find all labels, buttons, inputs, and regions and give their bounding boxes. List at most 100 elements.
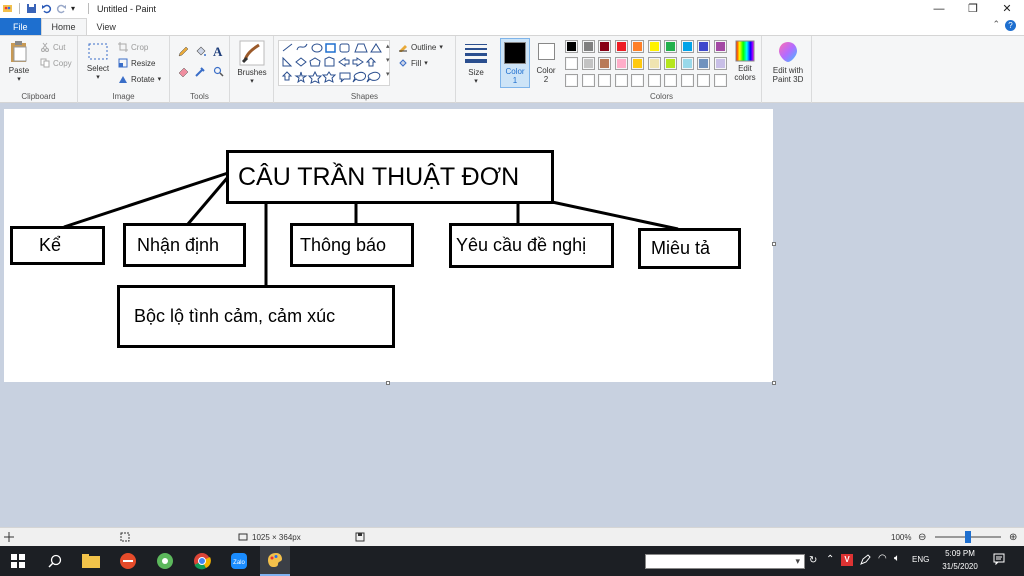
resize-button[interactable]: Resize xyxy=(118,58,155,68)
wifi-icon[interactable]: ◠ xyxy=(878,553,887,564)
help-icon[interactable]: ? xyxy=(1005,20,1016,31)
zalo-icon[interactable]: Zalo xyxy=(229,551,249,571)
redo-icon[interactable] xyxy=(56,3,67,14)
color-swatch[interactable] xyxy=(713,74,727,87)
resize-handle-corner[interactable] xyxy=(772,381,776,385)
undo-icon[interactable] xyxy=(41,3,52,14)
file-explorer-icon[interactable] xyxy=(81,551,101,571)
color-swatch[interactable] xyxy=(713,57,727,70)
color-swatch-fill xyxy=(616,76,626,85)
unikey-icon[interactable]: V xyxy=(841,554,853,566)
color-swatch[interactable] xyxy=(614,57,628,70)
shapes-gallery[interactable] xyxy=(278,40,390,86)
color-swatch[interactable] xyxy=(664,40,677,53)
language-indicator[interactable]: ENG xyxy=(912,555,929,564)
fill-icon xyxy=(398,58,408,68)
clock-time[interactable]: 5:09 PM xyxy=(940,549,980,558)
drawing-canvas[interactable]: CÂU TRẦN THUẬT ĐƠN Kể Nhận định Thông bá… xyxy=(4,109,773,382)
chrome-icon[interactable] xyxy=(192,551,212,571)
select-button[interactable]: Select ▾ xyxy=(84,42,112,81)
expand-gallery-icon[interactable]: ▾ xyxy=(386,70,390,78)
brushes-button[interactable]: Brushes ▾ xyxy=(235,40,269,85)
app-icon[interactable] xyxy=(118,551,138,571)
color-swatch[interactable] xyxy=(697,74,710,87)
crop-icon xyxy=(118,42,128,52)
color-swatch[interactable] xyxy=(680,74,694,87)
color-swatch[interactable] xyxy=(598,74,611,87)
paste-button[interactable]: Paste ▾ xyxy=(6,40,32,83)
color-swatch[interactable] xyxy=(565,57,578,70)
search-icon[interactable] xyxy=(45,551,65,571)
color-swatch[interactable] xyxy=(697,40,710,53)
save-icon[interactable] xyxy=(26,3,37,14)
coccoc-browser-icon[interactable] xyxy=(155,551,175,571)
windows-start-icon[interactable] xyxy=(8,551,28,571)
tab-home[interactable]: Home xyxy=(40,18,87,35)
pen-icon[interactable] xyxy=(860,554,871,567)
canvas-workspace[interactable]: CÂU TRẦN THUẬT ĐƠN Kể Nhận định Thông bá… xyxy=(0,103,1024,527)
scroll-down-icon[interactable]: ▾ xyxy=(386,56,390,64)
outline-button[interactable]: Outline ▾ xyxy=(398,42,443,53)
tab-view[interactable]: View xyxy=(87,18,126,35)
zoom-in-button[interactable]: ⊕ xyxy=(1009,532,1017,543)
color-swatch[interactable] xyxy=(647,74,661,87)
color-swatch[interactable] xyxy=(680,40,694,53)
color-swatch[interactable] xyxy=(598,57,611,70)
color-swatch[interactable] xyxy=(631,40,644,53)
color2-button[interactable]: Color 2 xyxy=(532,38,560,88)
copy-button[interactable]: Copy xyxy=(40,58,72,68)
cut-label: Cut xyxy=(53,42,66,52)
color-swatch[interactable] xyxy=(614,40,628,53)
color-swatch[interactable] xyxy=(664,57,677,70)
color-swatch[interactable] xyxy=(631,74,644,87)
color-swatch[interactable] xyxy=(647,40,661,53)
maximize-button[interactable]: ❐ xyxy=(956,0,990,17)
size-button[interactable]: Size ▾ xyxy=(462,42,490,85)
crop-button[interactable]: Crop xyxy=(118,42,148,52)
minimize-button[interactable]: — xyxy=(922,0,956,17)
color-swatch[interactable] xyxy=(581,57,595,70)
color-swatch[interactable] xyxy=(565,40,578,53)
edit-colors-button[interactable]: Edit colors xyxy=(730,40,760,82)
fill-bucket-icon[interactable] xyxy=(195,46,206,57)
scroll-up-icon[interactable]: ▴ xyxy=(386,42,390,50)
tab-file[interactable]: File xyxy=(0,18,41,35)
customize-toolbar-icon[interactable]: ▾ xyxy=(71,3,82,14)
color-swatch[interactable] xyxy=(713,40,727,53)
collapse-ribbon-icon[interactable]: ⌃ xyxy=(992,19,1000,30)
color-swatch[interactable] xyxy=(565,74,578,87)
color-swatch[interactable] xyxy=(614,74,628,87)
color-swatch[interactable] xyxy=(598,40,611,53)
close-button[interactable]: ✕ xyxy=(990,0,1024,17)
paint-taskbar-icon[interactable] xyxy=(260,546,290,576)
volume-icon[interactable]: 🔈︎ xyxy=(894,553,900,564)
edit-with-paint3d-button[interactable]: Edit with Paint 3D xyxy=(766,40,810,84)
zoom-out-button[interactable]: ⊖ xyxy=(918,532,926,543)
refresh-icon[interactable]: ↻ xyxy=(809,555,817,566)
color-swatch[interactable] xyxy=(631,57,644,70)
fill-button[interactable]: Fill ▾ xyxy=(398,58,428,68)
tray-chevron-up-icon[interactable]: ⌃ xyxy=(826,554,834,565)
pencil-icon[interactable] xyxy=(178,46,189,57)
resize-handle-right[interactable] xyxy=(772,242,776,246)
color-picker-icon[interactable] xyxy=(195,66,206,77)
color1-button[interactable]: Color 1 xyxy=(500,38,530,88)
zoom-slider-thumb[interactable] xyxy=(965,531,971,543)
color-swatch[interactable] xyxy=(697,57,710,70)
eraser-icon[interactable] xyxy=(178,66,189,77)
color-swatch[interactable] xyxy=(647,57,661,70)
color-swatch[interactable] xyxy=(680,57,694,70)
text-tool-icon[interactable]: A xyxy=(213,44,222,60)
clock-date[interactable]: 31/5/2020 xyxy=(940,562,980,571)
color2-number: 2 xyxy=(543,75,549,84)
resize-handle-bottom[interactable] xyxy=(386,381,390,385)
status-bar: 1025 × 364px 100% ⊖ ⊕ xyxy=(0,527,1024,546)
action-center-icon[interactable] xyxy=(993,553,1005,567)
color-swatch[interactable] xyxy=(664,74,677,87)
taskbar-address-input[interactable]: ▾ xyxy=(645,554,805,569)
color-swatch[interactable] xyxy=(581,74,595,87)
color-swatch[interactable] xyxy=(581,40,595,53)
cut-button[interactable]: Cut xyxy=(40,42,65,52)
magnifier-icon[interactable] xyxy=(213,66,224,77)
rotate-button[interactable]: Rotate ▾ xyxy=(118,74,161,84)
